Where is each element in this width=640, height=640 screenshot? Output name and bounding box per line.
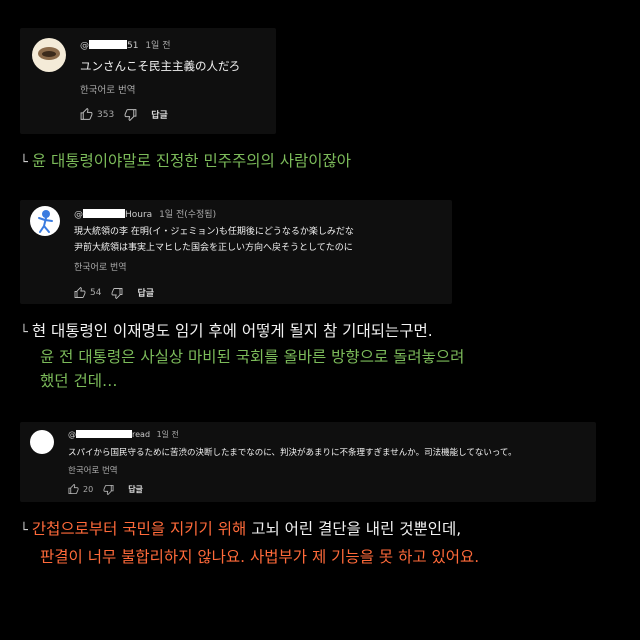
reply-button[interactable]: 답글 — [151, 108, 168, 121]
comment-card: @ Houra 1일 전(수정됨) 現大統領の李 在明(イ・ジェミョン)も任期後に… — [20, 200, 452, 304]
comment-actions: 20 답글 — [68, 484, 143, 495]
caption-text: 간첩으로부터 국민을 지키기 위해 — [31, 520, 247, 538]
caption-text: 현 대통령인 이재명도 임기 후에 어떻게 될지 참 기대되는구먼. — [31, 322, 433, 340]
caption-text: 했던 건데… — [40, 372, 118, 390]
corner-mark: └ — [20, 325, 28, 340]
thumbs-down-icon[interactable] — [124, 108, 137, 121]
reply-button[interactable]: 답글 — [128, 484, 143, 495]
caption-text: 고뇌 어린 결단을 내린 것뿐인데, — [251, 520, 462, 538]
avatar[interactable] — [30, 430, 54, 454]
caption-2: └ 현 대통령인 이재명도 임기 후에 어떻게 될지 참 기대되는구먼. 윤 전 … — [20, 320, 464, 392]
corner-mark: └ — [20, 523, 28, 538]
avatar[interactable] — [32, 38, 66, 72]
caption-3: └ 간첩으로부터 국민을 지키기 위해 고뇌 어린 결단을 내린 것뿐인데, 판결… — [20, 518, 479, 568]
comment-text: ユンさんこそ民主主義の人だろ — [80, 59, 241, 73]
translate-link[interactable]: 한국어로 번역 — [74, 260, 127, 273]
comment-time: 1일 전 — [145, 41, 171, 51]
comment-text: 現大統領の李 在明(イ・ジェミョン)も任期後にどうなるか楽しみだな — [74, 227, 354, 237]
caption-1: └ 윤 대통령이야말로 진정한 민주주의의 사람이잖아 — [20, 150, 351, 174]
thumbs-up-icon[interactable] — [68, 484, 79, 495]
comment-meta: @51 1일 전 — [80, 38, 170, 51]
comment-meta: @ read 1일 전 — [68, 429, 179, 440]
comment-text: 尹前大統領は事実上マヒした国会を正しい方向へ戻そうとしてたのに — [74, 243, 353, 253]
comment-card: @ read 1일 전 スパイから国民守るために苦渋の決断したまでなのに、判決があ… — [20, 422, 596, 502]
translate-link[interactable]: 한국어로 번역 — [80, 82, 135, 96]
comment-author[interactable]: @ Houra — [74, 209, 152, 220]
thumbs-up-icon[interactable] — [74, 287, 86, 299]
like-count: 20 — [83, 485, 94, 494]
like-count: 353 — [97, 109, 115, 120]
thumbs-down-icon[interactable] — [103, 484, 114, 495]
thumbs-up-icon[interactable] — [80, 108, 93, 121]
comment-meta: @ Houra 1일 전(수정됨) — [74, 207, 216, 220]
comment-author[interactable]: @ read — [68, 430, 150, 439]
comment-card: @51 1일 전 ユンさんこそ民主主義の人だろ 한국어로 번역 353 답글 — [20, 28, 276, 134]
comment-time: 1일 전 — [156, 430, 179, 439]
corner-mark: └ — [20, 155, 28, 170]
reply-button[interactable]: 답글 — [137, 286, 154, 299]
caption-text: 윤 전 대통령은 사실상 마비된 국회를 올바른 방향으로 돌려놓으려 — [40, 348, 465, 366]
comment-text: スパイから国民守るために苦渋の決断したまでなのに、判決があまりに不条理すぎません… — [68, 448, 517, 458]
like-count: 54 — [90, 287, 102, 298]
comment-actions: 54 답글 — [74, 286, 154, 299]
translate-link[interactable]: 한국어로 번역 — [68, 464, 118, 476]
thumbs-down-icon[interactable] — [111, 287, 123, 299]
comment-time: 1일 전(수정됨) — [159, 210, 217, 220]
comment-actions: 353 답글 — [80, 108, 168, 121]
avatar[interactable] — [30, 206, 60, 236]
caption-text: 윤 대통령이야말로 진정한 민주주의의 사람이잖아 — [31, 152, 351, 170]
stick-figure-icon — [38, 210, 53, 233]
caption-text: 판결이 너무 불합리하지 않나요. 사법부가 제 기능을 못 하고 있어요. — [40, 548, 480, 566]
comment-author[interactable]: @51 — [80, 40, 138, 51]
